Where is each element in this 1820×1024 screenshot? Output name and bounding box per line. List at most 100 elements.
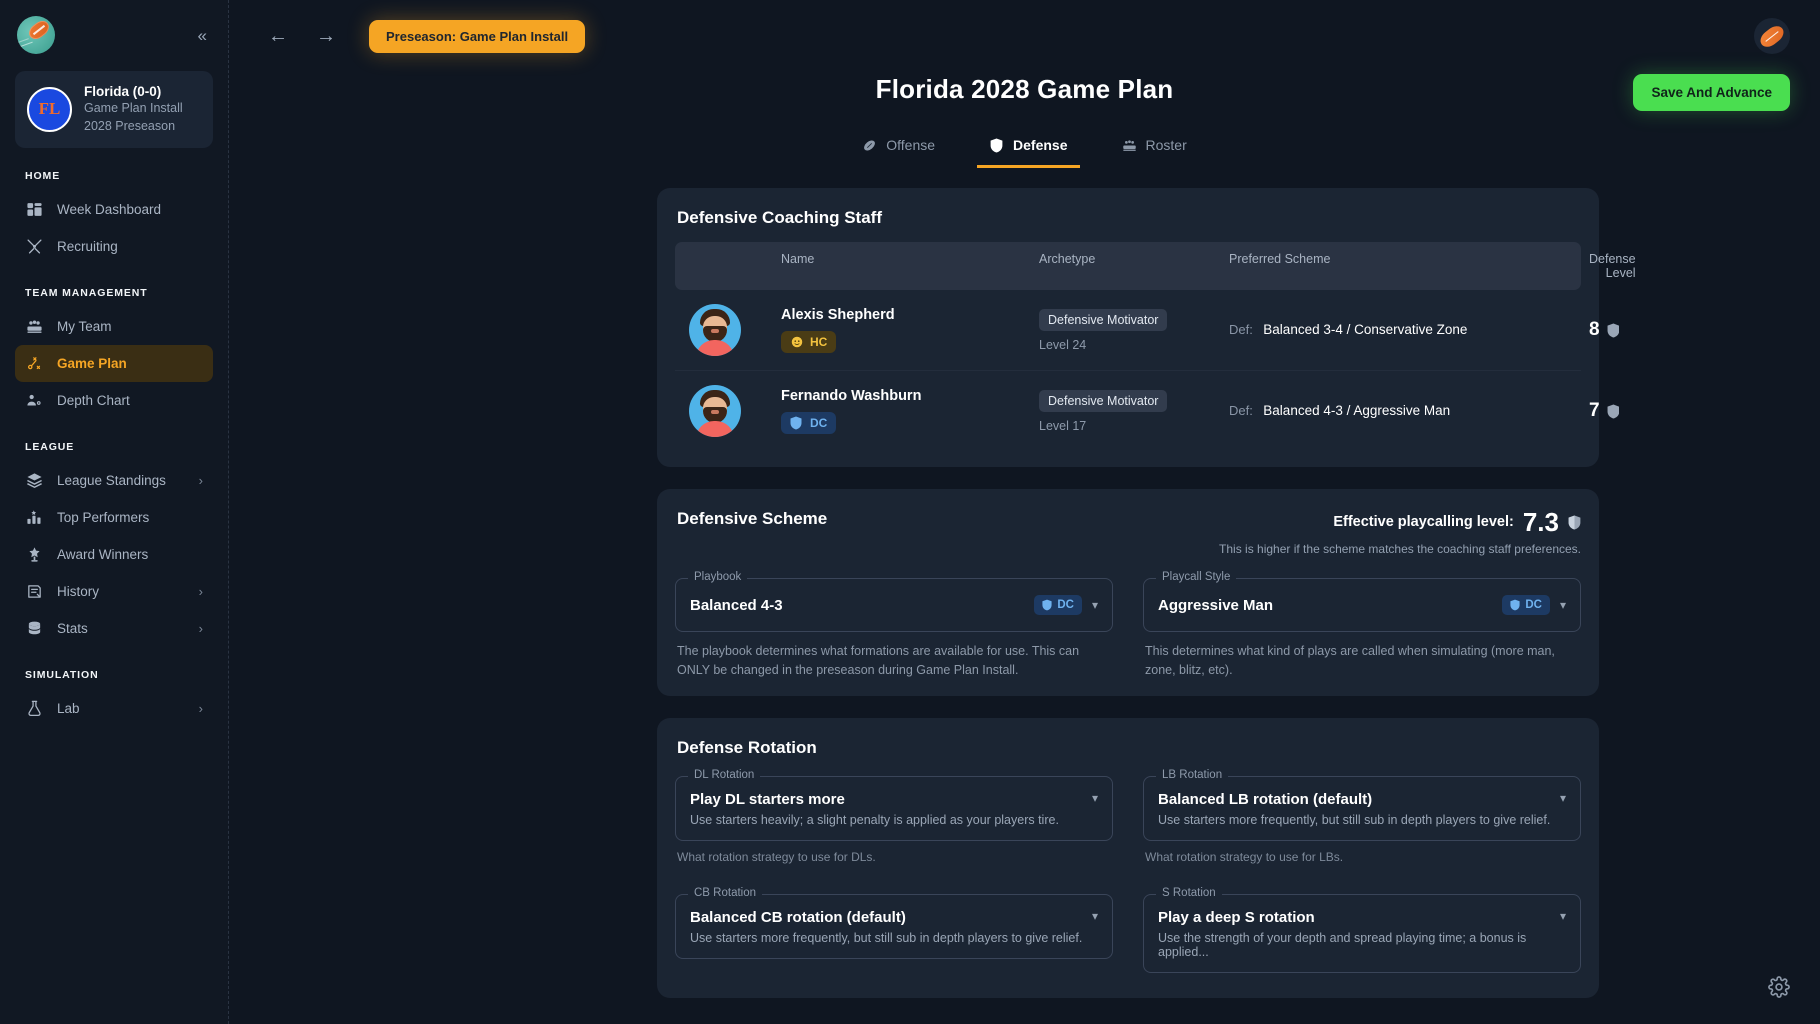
sidebar: « FL Florida (0-0) Game Plan Install 202… [0, 0, 229, 1024]
nav-section: HOMEWeek DashboardRecruiting [15, 170, 213, 265]
playcall-style-value: Aggressive Man [1158, 597, 1492, 614]
effective-label: Effective playcalling level: [1333, 514, 1514, 530]
sidebar-item-label: Stats [57, 621, 88, 636]
sidebar-item-lab[interactable]: Lab› [15, 690, 213, 727]
table-row[interactable]: Fernando Washburn DC Defensive Motivator… [675, 371, 1581, 451]
sidebar-item-history[interactable]: History› [15, 573, 213, 610]
sidebar-nav: HOMEWeek DashboardRecruitingTEAM MANAGEM… [15, 170, 213, 727]
defense-level-value: 7 [1589, 400, 1600, 422]
playcall-style-legend: Playcall Style [1156, 571, 1236, 583]
chevron-down-icon[interactable]: ▾ [1092, 598, 1098, 612]
coach-name: Alexis Shepherd [781, 307, 1039, 323]
sidebar-item-depth-chart[interactable]: Depth Chart [15, 382, 213, 419]
sidebar-item-my-team[interactable]: My Team [15, 308, 213, 345]
team-card[interactable]: FL Florida (0-0) Game Plan Install 2028 … [15, 71, 213, 148]
sidebar-item-week-dashboard[interactable]: Week Dashboard [15, 191, 213, 228]
role-label: DC [810, 416, 827, 430]
sidebar-item-award-winners[interactable]: Award Winners [15, 536, 213, 573]
col-archetype: Archetype [1039, 252, 1229, 280]
arrow-right-icon[interactable]: → [309, 22, 343, 51]
nav-section-heading: SIMULATION [15, 669, 213, 681]
chevron-right-icon[interactable]: › [199, 584, 203, 599]
save-and-advance-button[interactable]: Save And Advance [1633, 74, 1790, 111]
tab-label: Offense [886, 137, 935, 153]
col-avatar [689, 252, 781, 280]
sidebar-item-recruiting[interactable]: Recruiting [15, 228, 213, 265]
rotation-legend: S Rotation [1156, 887, 1222, 899]
roster-icon [1122, 138, 1137, 153]
sidebar-item-label: Week Dashboard [57, 202, 161, 217]
rotation-field-wrapper: LB Rotation Balanced LB rotation (defaul… [1143, 776, 1581, 864]
phase-pill[interactable]: Preseason: Game Plan Install [369, 20, 585, 53]
chevron-down-icon[interactable]: ▾ [1560, 598, 1566, 612]
table-row[interactable]: Alexis Shepherd HC Defensive Motivator L… [675, 290, 1581, 371]
card-title: Defensive Scheme [675, 509, 827, 529]
database-icon [25, 619, 44, 638]
scheme-value: Balanced 4-3 / Aggressive Man [1263, 403, 1450, 418]
depth-chart-icon [25, 391, 44, 410]
football-icon[interactable] [1754, 18, 1790, 54]
sidebar-item-top-performers[interactable]: Top Performers [15, 499, 213, 536]
rotation-desc: Use starters heavily; a slight penalty i… [690, 813, 1092, 827]
scheme-label: Def: [1229, 403, 1253, 418]
nav-section-heading: LEAGUE [15, 441, 213, 453]
rotation-legend: CB Rotation [688, 887, 762, 899]
shield-icon [1042, 599, 1052, 611]
staff-table-body: Alexis Shepherd HC Defensive Motivator L… [675, 290, 1581, 451]
app-root: « FL Florida (0-0) Game Plan Install 202… [0, 0, 1820, 1024]
tab-defense[interactable]: Defense [977, 129, 1079, 168]
rotation-legend: LB Rotation [1156, 769, 1228, 781]
rotation-help: What rotation strategy to use for LBs. [1143, 850, 1581, 864]
rotation-select-1[interactable]: LB Rotation Balanced LB rotation (defaul… [1143, 776, 1581, 841]
rotation-desc: Use starters more frequently, but still … [1158, 813, 1560, 827]
chevron-down-icon[interactable]: ▾ [1092, 791, 1098, 805]
rotation-field-wrapper: DL Rotation Play DL starters more Use st… [675, 776, 1113, 864]
rotation-desc: Use the strength of your depth and sprea… [1158, 931, 1560, 959]
sidebar-item-label: Top Performers [57, 510, 149, 525]
defense-rotation-card: Defense Rotation DL Rotation Play DL sta… [657, 718, 1599, 998]
page-content: Defensive Coaching Staff Name Archetype … [229, 168, 1820, 1016]
coach-level: Level 17 [1039, 419, 1229, 433]
rotation-select-0[interactable]: DL Rotation Play DL starters more Use st… [675, 776, 1113, 841]
sidebar-item-game-plan[interactable]: Game Plan [15, 345, 213, 382]
chevron-down-icon[interactable]: ▾ [1560, 791, 1566, 805]
shield-icon [989, 138, 1004, 153]
coach-name: Fernando Washburn [781, 388, 1039, 404]
bar-chart-icon [25, 508, 44, 527]
playbook-select[interactable]: Playbook Balanced 4-3 DC ▾ [675, 578, 1113, 632]
rotation-select-2[interactable]: CB Rotation Balanced CB rotation (defaul… [675, 894, 1113, 959]
chevron-right-icon[interactable]: › [199, 473, 203, 488]
tab-roster[interactable]: Roster [1110, 129, 1199, 168]
sidebar-item-label: League Standings [57, 473, 166, 488]
recruiting-icon [25, 237, 44, 256]
page-title: Florida 2028 Game Plan [229, 74, 1820, 105]
chevron-down-icon[interactable]: ▾ [1560, 909, 1566, 923]
col-preferred-scheme: Preferred Scheme [1229, 252, 1589, 280]
arrow-left-icon[interactable]: ← [261, 22, 295, 51]
playbook-dc-badge: DC [1034, 595, 1082, 615]
sidebar-item-stats[interactable]: Stats › [15, 610, 213, 647]
tab-offense[interactable]: Offense [850, 129, 947, 168]
history-icon [25, 582, 44, 601]
chevron-right-icon[interactable]: › [199, 621, 203, 636]
team-name: Florida (0-0) [84, 84, 183, 99]
scheme-value: Balanced 3-4 / Conservative Zone [1263, 322, 1467, 337]
playcall-style-select[interactable]: Playcall Style Aggressive Man DC ▾ [1143, 578, 1581, 632]
dashboard-icon [25, 200, 44, 219]
rotation-select-3[interactable]: S Rotation Play a deep S rotation Use th… [1143, 894, 1581, 973]
chevron-down-icon[interactable]: ▾ [1092, 909, 1098, 923]
gear-icon[interactable] [1768, 976, 1794, 1002]
trophy-star-icon [25, 545, 44, 564]
main-area: ← → Preseason: Game Plan Install Florida… [229, 0, 1820, 1024]
team-avatar: FL [27, 87, 72, 132]
shield-icon [790, 416, 804, 430]
tab-label: Roster [1146, 137, 1187, 153]
col-defense-level: Defense Level [1589, 252, 1636, 280]
sidebar-collapse-button[interactable]: « [192, 23, 211, 48]
chevron-right-icon[interactable]: › [199, 701, 203, 716]
nav-section: LEAGUE League Standings › Top Performers Awa… [15, 441, 213, 647]
coach-face-icon [790, 335, 804, 349]
coach-level: Level 24 [1039, 338, 1229, 352]
scheme-label: Def: [1229, 322, 1253, 337]
sidebar-item-league-standings[interactable]: League Standings › [15, 462, 213, 499]
